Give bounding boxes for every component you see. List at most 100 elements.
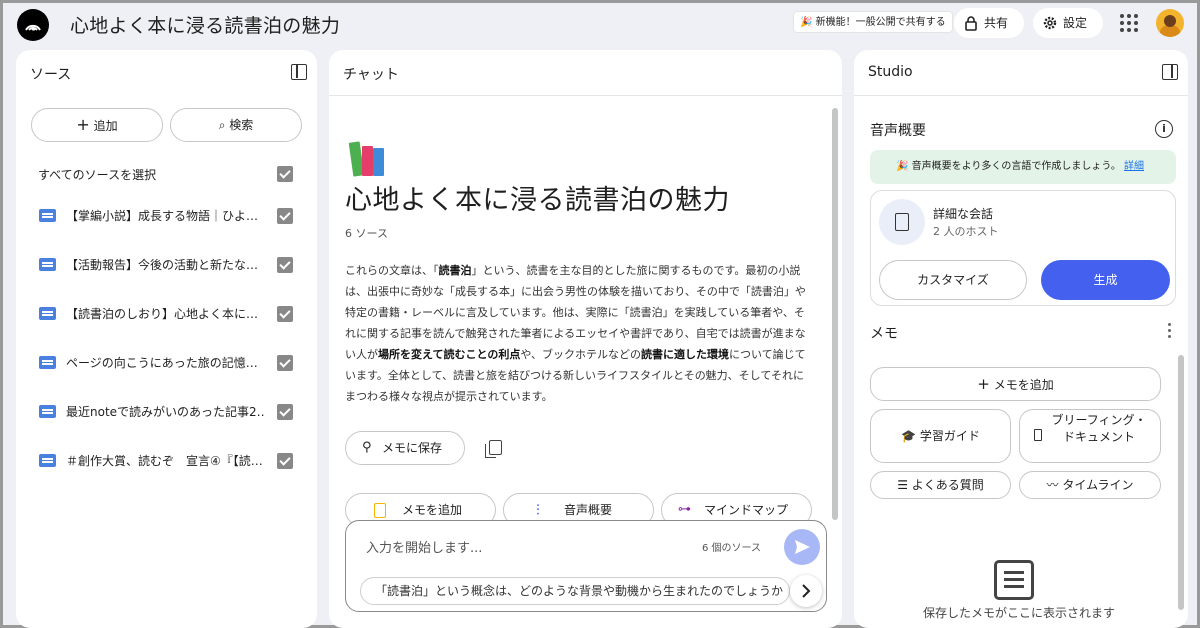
document-icon: [39, 307, 56, 320]
source-checkbox[interactable]: [277, 208, 293, 224]
search-icon: ⌕: [218, 118, 226, 132]
note-icon: [374, 503, 386, 518]
send-icon: [795, 540, 810, 554]
pin-icon: ⚲: [362, 440, 372, 455]
chat-scrollbar[interactable]: [832, 108, 838, 520]
more-vert-icon[interactable]: [1168, 323, 1172, 339]
source-label: 【活動報告】今後の活動と新たな…: [66, 258, 259, 272]
add-source-label: 追加: [93, 119, 118, 133]
collapse-panel-icon[interactable]: [291, 64, 307, 80]
audio-language-banner: 🎉 音声概要をより多くの言語で作成しましょう。 詳細: [870, 150, 1176, 184]
select-all-checkbox[interactable]: [277, 166, 293, 182]
promo-badge[interactable]: 🎉 新機能！一般公開で共有する: [793, 11, 953, 33]
collapse-panel-icon[interactable]: [1162, 64, 1178, 80]
source-item[interactable]: 最近noteで読みがいのあった記事2…: [16, 392, 317, 432]
chat-input-box[interactable]: 入力を開始します... 6 個のソース 「読書泊」という概念は、どのような背景や…: [345, 520, 827, 612]
notebook-summary: これらの文章は、「読書泊」という、読書を主な目的とした旅に関するものです。最初の…: [345, 264, 806, 403]
source-item[interactable]: 【掌編小説】成長する物語｜ひよ…: [16, 196, 317, 236]
top-bar: 心地よく本に浸る読書泊の魅力 🎉 新機能！一般公開で共有する 共有 設定: [3, 3, 1197, 47]
document-icon: [39, 454, 56, 467]
document-icon: [39, 356, 56, 369]
divider: [854, 95, 1188, 96]
studio-title: Studio: [868, 64, 913, 80]
apps-grid-icon[interactable]: [1120, 14, 1138, 32]
timeline-button[interactable]: 〰 タイムライン: [1019, 471, 1161, 499]
source-label: 最近noteで読みがいのあった記事2…: [66, 405, 266, 419]
briefing-label: ブリーフィング・ドキュメント: [1051, 413, 1147, 444]
avatar[interactable]: [1156, 9, 1184, 37]
share-label: 共有: [984, 16, 1009, 30]
chat-title: チャット: [343, 67, 399, 83]
source-label: ページの向こうにあった旅の記憶…: [66, 356, 258, 370]
add-source-button[interactable]: + 追加: [31, 108, 163, 142]
studio-scrollbar[interactable]: [1178, 355, 1184, 610]
studio-panel: Studio 音声概要 i 🎉 音声概要をより多くの言語で作成しましょう。 詳細…: [854, 50, 1188, 628]
save-to-memo-button[interactable]: ⚲ メモに保存: [345, 431, 465, 465]
document-icon: [39, 258, 56, 271]
audio-card-title: 詳細な会話: [933, 207, 994, 221]
suggested-question[interactable]: 「読書泊」という概念は、どのような背景や動機から生まれたのでしょうか: [360, 577, 790, 605]
generate-button[interactable]: 生成: [1041, 260, 1170, 300]
plus-icon: +: [76, 115, 90, 134]
faq-label: よくある質問: [911, 478, 984, 492]
notebook-heading: 心地よく本に浸る読書泊の魅力: [345, 185, 730, 216]
empty-notes-icon: [994, 560, 1034, 600]
chevron-right-icon[interactable]: [790, 575, 822, 607]
customize-button[interactable]: カスタマイズ: [879, 260, 1027, 300]
source-item[interactable]: ページの向こうにあった旅の記憶…: [16, 343, 317, 383]
speaker-icon: [879, 199, 925, 245]
document-icon: [39, 405, 56, 418]
info-icon[interactable]: i: [1155, 120, 1173, 138]
notebook-title[interactable]: 心地よく本に浸る読書泊の魅力: [70, 11, 340, 38]
source-item[interactable]: 【読書泊のしおり】心地よく本に…: [16, 294, 317, 334]
empty-notes-text: 保存したメモがここに表示されます: [922, 606, 1115, 620]
share-button[interactable]: 共有: [954, 8, 1024, 38]
books-emoji-icon: [348, 136, 395, 177]
source-checkbox[interactable]: [277, 257, 293, 273]
chat-input-placeholder[interactable]: 入力を開始します...: [366, 537, 482, 556]
audio-card-subtitle: 2 人のホスト: [933, 225, 999, 238]
source-label: ＃創作大賞、読むぞ 宣言④『【読…: [66, 454, 263, 468]
source-checkbox[interactable]: [277, 453, 293, 469]
notebooklm-logo-icon[interactable]: [17, 9, 49, 41]
plus-icon: +: [977, 375, 990, 393]
send-button[interactable]: [784, 529, 820, 565]
save-to-memo-label: メモに保存: [382, 441, 443, 455]
banner-details-link[interactable]: 詳細: [1124, 161, 1144, 172]
briefing-document-button[interactable]: ブリーフィング・ドキュメント: [1019, 409, 1161, 463]
sources-title: ソース: [30, 67, 72, 83]
faq-icon: ☰: [897, 478, 908, 492]
audio-overview-title: 音声概要: [870, 123, 926, 139]
source-item[interactable]: 【活動報告】今後の活動と新たな…: [16, 245, 317, 285]
source-count: 6 ソース: [345, 227, 388, 240]
sources-panel: ソース + 追加 ⌕ 検索 すべてのソースを選択 【掌編小説】成長する物語｜ひよ…: [16, 50, 317, 628]
lock-icon: [965, 16, 977, 31]
select-all-label: すべてのソースを選択: [38, 168, 157, 182]
source-checkbox[interactable]: [277, 306, 293, 322]
faq-button[interactable]: ☰ よくある質問: [870, 471, 1011, 499]
document-icon: [1034, 429, 1042, 441]
study-guide-button[interactable]: 🎓 学習ガイド: [870, 409, 1011, 463]
audio-overview-card: 詳細な会話 2 人のホスト カスタマイズ 生成: [870, 190, 1176, 306]
settings-label: 設定: [1063, 16, 1088, 30]
add-memo-button[interactable]: + メモを追加: [870, 367, 1161, 401]
banner-text: 🎉 音声概要をより多くの言語で作成しましょう。: [896, 161, 1121, 172]
source-checkbox[interactable]: [277, 355, 293, 371]
search-source-button[interactable]: ⌕ 検索: [170, 108, 302, 142]
document-icon: [39, 209, 56, 222]
copy-icon[interactable]: [485, 440, 502, 458]
timeline-label: タイムライン: [1062, 478, 1134, 492]
source-checkbox[interactable]: [277, 404, 293, 420]
memo-title: メモ: [870, 326, 898, 342]
timeline-icon: 〰: [1046, 478, 1059, 492]
add-memo-label: メモを追加: [993, 378, 1054, 392]
input-source-count: 6 個のソース: [702, 543, 762, 554]
study-guide-label: 学習ガイド: [919, 429, 980, 443]
source-item[interactable]: ＃創作大賞、読むぞ 宣言④『【読…: [16, 441, 317, 481]
source-label: 【掌編小説】成長する物語｜ひよ…: [66, 209, 259, 223]
gear-icon: [1043, 16, 1057, 30]
settings-button[interactable]: 設定: [1033, 8, 1103, 38]
divider: [329, 95, 842, 96]
search-source-label: 検索: [229, 118, 254, 132]
chat-panel: チャット 心地よく本に浸る読書泊の魅力 6 ソース これらの文章は、「読書泊」と…: [329, 50, 842, 628]
